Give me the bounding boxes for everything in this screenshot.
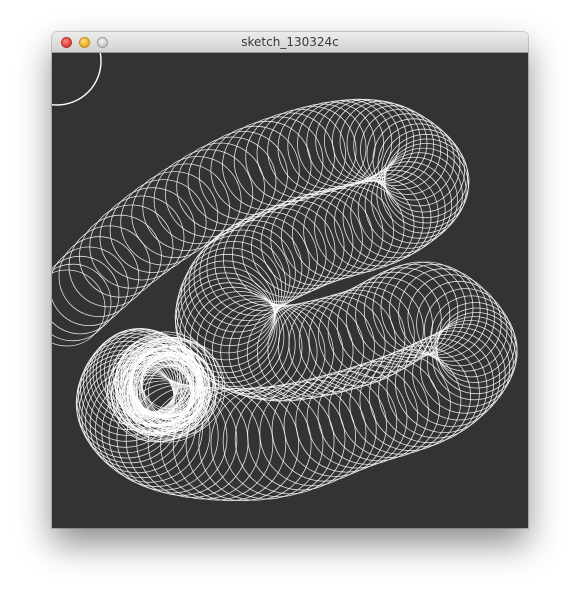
title-bar[interactable]: sketch_130324c <box>52 32 528 53</box>
window-title: sketch_130324c <box>241 35 339 49</box>
canvas-background <box>52 53 528 528</box>
sketch-window: sketch_130324c <box>52 32 528 528</box>
sketch-canvas[interactable] <box>52 53 528 528</box>
